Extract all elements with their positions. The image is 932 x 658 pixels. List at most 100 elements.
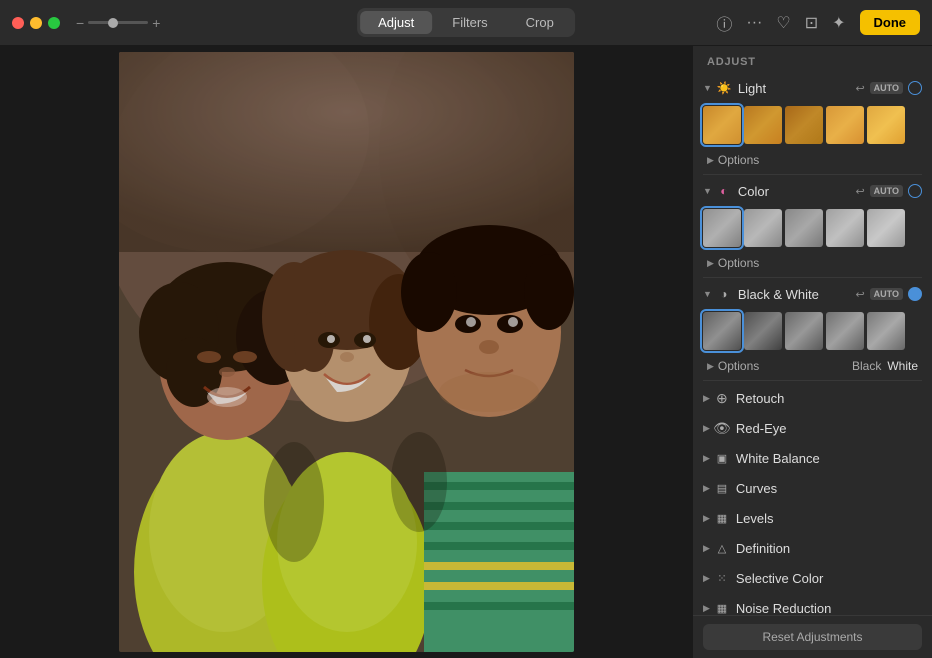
retouch-icon: ⊕ (714, 390, 730, 406)
main-content: ADJUST ▼ ☀️ Light ↩ AUTO (0, 46, 932, 658)
crop-icon[interactable]: ⊡ (805, 13, 818, 33)
light-thumbnails (693, 102, 932, 150)
divider-3 (703, 380, 922, 381)
noise-reduction-chevron: ▶ (703, 603, 710, 614)
zoom-thumb (108, 18, 118, 28)
white-balance-row[interactable]: ▶ ▣ White Balance (693, 443, 932, 473)
light-controls: ↩ AUTO (855, 81, 922, 95)
bw-thumbnails (693, 308, 932, 356)
done-button[interactable]: Done (860, 10, 921, 35)
levels-row[interactable]: ▶ ▦ Levels (693, 503, 932, 533)
info-icon[interactable]: ⓘ (716, 11, 732, 35)
bw-controls: ↩ AUTO (855, 287, 922, 301)
levels-label: Levels (736, 511, 922, 526)
white-balance-icon: ▣ (714, 450, 730, 466)
zoom-control: − + (76, 15, 160, 31)
color-options-row[interactable]: ▶ Options (693, 253, 932, 275)
white-balance-label: White Balance (736, 451, 922, 466)
right-panel: ADJUST ▼ ☀️ Light ↩ AUTO (692, 46, 932, 658)
color-thumb-1[interactable] (703, 209, 741, 247)
panel-scroll[interactable]: ▼ ☀️ Light ↩ AUTO (693, 74, 932, 615)
light-options-label[interactable]: Options (718, 153, 759, 167)
light-options-chevron: ▶ (707, 155, 714, 166)
light-icon: ☀️ (716, 80, 732, 96)
bw-thumb-4[interactable] (826, 312, 864, 350)
color-icon: ◐ (716, 183, 732, 199)
light-thumb-1[interactable] (703, 106, 741, 144)
light-reset-icon[interactable]: ↩ (855, 82, 864, 95)
divider-1 (703, 174, 922, 175)
selective-color-row[interactable]: ▶ ⁙ Selective Color (693, 563, 932, 593)
titlebar-right: ⓘ ··· ♡ ⊡ ✦ Done (716, 10, 920, 35)
noise-reduction-row[interactable]: ▶ ▦ Noise Reduction (693, 593, 932, 615)
light-auto-badge[interactable]: AUTO (870, 82, 903, 94)
zoom-minus-button[interactable]: − (76, 15, 84, 31)
bw-thumb-3[interactable] (785, 312, 823, 350)
bw-icon: ◑ (716, 286, 732, 302)
color-reset-icon[interactable]: ↩ (855, 185, 864, 198)
photo-area (0, 46, 692, 658)
red-eye-label: Red-Eye (736, 421, 922, 436)
red-eye-icon: 👁 (714, 420, 730, 436)
definition-label: Definition (736, 541, 922, 556)
color-auto-badge[interactable]: AUTO (870, 185, 903, 197)
heart-icon[interactable]: ♡ (776, 13, 790, 33)
bw-options-row[interactable]: ▶ Options Black White (693, 356, 932, 378)
color-toggle[interactable] (908, 184, 922, 198)
section-bw: ▼ ◑ Black & White ↩ AUTO (693, 280, 932, 378)
bw-toggle[interactable] (908, 287, 922, 301)
bw-options-chevron-left: ▶ (707, 361, 714, 372)
light-chevron: ▼ (703, 83, 712, 93)
light-toggle[interactable] (908, 81, 922, 95)
bw-thumb-5[interactable] (867, 312, 905, 350)
color-options-chevron: ▶ (707, 258, 714, 269)
definition-row[interactable]: ▶ △ Definition (693, 533, 932, 563)
close-button[interactable] (12, 17, 24, 29)
red-eye-chevron: ▶ (703, 423, 710, 434)
section-color-header[interactable]: ▼ ◐ Color ↩ AUTO (693, 177, 932, 205)
color-options-label[interactable]: Options (718, 256, 759, 270)
color-thumb-5[interactable] (867, 209, 905, 247)
tab-crop[interactable]: Crop (508, 11, 572, 34)
color-thumbnails (693, 205, 932, 253)
selective-color-label: Selective Color (736, 571, 922, 586)
magic-icon[interactable]: ✦ (832, 13, 845, 33)
retouch-row[interactable]: ▶ ⊕ Retouch (693, 383, 932, 413)
tab-filters[interactable]: Filters (434, 11, 505, 34)
section-light-header[interactable]: ▼ ☀️ Light ↩ AUTO (693, 74, 932, 102)
light-thumb-4[interactable] (826, 106, 864, 144)
more-icon[interactable]: ··· (746, 14, 762, 32)
bw-auto-badge[interactable]: AUTO (870, 288, 903, 300)
tab-adjust[interactable]: Adjust (360, 11, 432, 34)
minimize-button[interactable] (30, 17, 42, 29)
light-options-row[interactable]: ▶ Options (693, 150, 932, 172)
definition-chevron: ▶ (703, 543, 710, 554)
bw-reset-icon[interactable]: ↩ (855, 288, 864, 301)
photo-image (119, 52, 574, 652)
zoom-plus-button[interactable]: + (152, 15, 160, 31)
zoom-slider[interactable] (88, 21, 148, 24)
red-eye-row[interactable]: ▶ 👁 Red-Eye (693, 413, 932, 443)
section-bw-header[interactable]: ▼ ◑ Black & White ↩ AUTO (693, 280, 932, 308)
bw-title: Black & White (738, 287, 856, 302)
divider-2 (703, 277, 922, 278)
retouch-label: Retouch (736, 391, 922, 406)
curves-row[interactable]: ▶ ▤ Curves (693, 473, 932, 503)
bw-chevron: ▼ (703, 289, 712, 299)
selective-color-icon: ⁙ (714, 570, 730, 586)
bw-thumb-2[interactable] (744, 312, 782, 350)
bw-options-label[interactable]: Options (718, 359, 759, 373)
bw-thumb-1[interactable] (703, 312, 741, 350)
section-color: ▼ ◐ Color ↩ AUTO (693, 177, 932, 275)
light-thumb-3[interactable] (785, 106, 823, 144)
noise-reduction-label: Noise Reduction (736, 601, 922, 616)
color-thumb-4[interactable] (826, 209, 864, 247)
curves-chevron: ▶ (703, 483, 710, 494)
light-thumb-2[interactable] (744, 106, 782, 144)
maximize-button[interactable] (48, 17, 60, 29)
levels-icon: ▦ (714, 510, 730, 526)
reset-adjustments-button[interactable]: Reset Adjustments (703, 624, 922, 650)
color-thumb-2[interactable] (744, 209, 782, 247)
color-thumb-3[interactable] (785, 209, 823, 247)
light-thumb-5[interactable] (867, 106, 905, 144)
